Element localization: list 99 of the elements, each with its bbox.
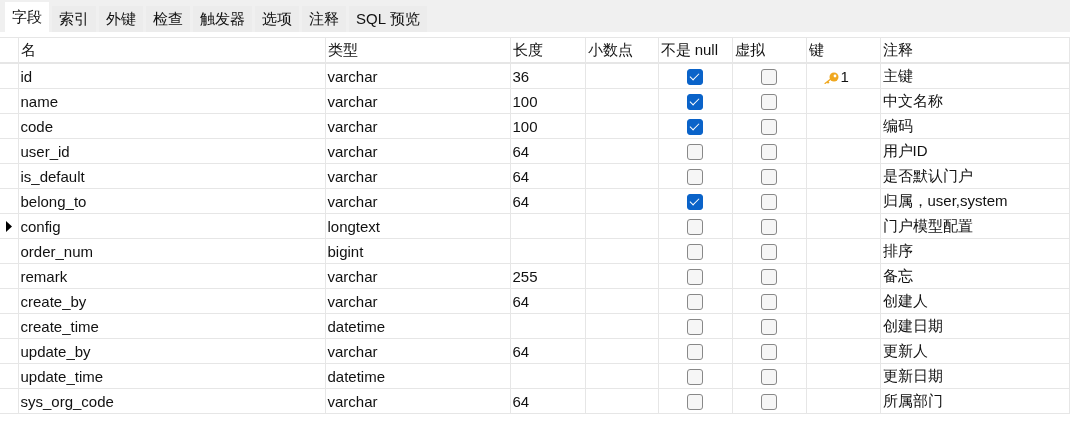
checkbox[interactable]: [687, 219, 703, 235]
checkbox[interactable]: [687, 344, 703, 360]
checkbox[interactable]: [761, 144, 777, 160]
table-cell: 是否默认门户: [880, 163, 1070, 189]
table-cell: config: [18, 213, 325, 239]
table-cell: bigint: [325, 238, 510, 264]
table-cell: 门户模型配置: [880, 213, 1070, 239]
tab[interactable]: 触发器: [193, 6, 252, 32]
checkbox[interactable]: [687, 269, 703, 285]
table-cell: 中文名称: [880, 88, 1070, 114]
checkbox[interactable]: [761, 369, 777, 385]
checkbox[interactable]: [761, 194, 777, 210]
table-cell: varchar: [325, 113, 510, 139]
tab[interactable]: 注释: [302, 6, 346, 32]
checkbox[interactable]: [761, 119, 777, 135]
table-cell: 64: [512, 342, 530, 360]
checkbox[interactable]: [761, 394, 777, 410]
current-row-icon: [5, 220, 12, 232]
column-header[interactable]: 键: [806, 37, 880, 63]
checkbox[interactable]: [687, 94, 703, 110]
checkbox[interactable]: [761, 294, 777, 310]
table-cell: datetime: [325, 363, 510, 389]
checkbox[interactable]: [761, 219, 777, 235]
tab[interactable]: 检查: [146, 6, 190, 32]
table-cell: 用户ID: [880, 138, 1070, 164]
table-cell: 64: [512, 142, 530, 160]
column-header[interactable]: 不是 null: [658, 37, 732, 63]
table-cell: varchar: [325, 338, 510, 364]
table-cell: 64: [512, 167, 530, 185]
table-cell: varchar: [325, 163, 510, 189]
column-header[interactable]: 小数点: [585, 37, 658, 63]
checkbox[interactable]: [687, 169, 703, 185]
table-cell: varchar: [325, 63, 510, 89]
checkbox[interactable]: [687, 369, 703, 385]
checkbox[interactable]: [761, 169, 777, 185]
checkbox[interactable]: [687, 69, 703, 85]
column-header[interactable]: 名: [18, 37, 325, 63]
key-icon: [822, 71, 839, 84]
table-cell: 255: [512, 267, 538, 285]
checkbox[interactable]: [687, 319, 703, 335]
checkbox[interactable]: [761, 94, 777, 110]
table-cell: 100: [512, 117, 538, 135]
checkbox[interactable]: [687, 119, 703, 135]
table-cell: varchar: [325, 263, 510, 289]
table-cell: varchar: [325, 288, 510, 314]
table-cell: varchar: [325, 188, 510, 214]
table-cell: 64: [512, 292, 530, 310]
table-cell: create_time: [18, 313, 325, 339]
table-cell: code: [18, 113, 325, 139]
checkbox[interactable]: [687, 294, 703, 310]
table-cell: varchar: [325, 138, 510, 164]
table-cell: 排序: [880, 238, 1070, 264]
table-cell: name: [18, 88, 325, 114]
table-cell: varchar: [325, 88, 510, 114]
table-cell: user_id: [18, 138, 325, 164]
tab[interactable]: 外键: [99, 6, 143, 32]
table-cell: is_default: [18, 163, 325, 189]
table-cell: 更新日期: [880, 363, 1070, 389]
table-cell: 创建日期: [880, 313, 1070, 339]
tab[interactable]: 索引: [52, 6, 96, 32]
table-cell: 主键: [880, 63, 1070, 89]
table-cell: 36: [512, 67, 530, 85]
table-cell: 64: [512, 192, 530, 210]
tab[interactable]: SQL 预览: [349, 6, 427, 32]
table-cell: order_num: [18, 238, 325, 264]
table-cell: varchar: [325, 388, 510, 414]
table-cell: id: [18, 63, 325, 89]
table-cell: update_time: [18, 363, 325, 389]
checkbox[interactable]: [761, 319, 777, 335]
checkbox[interactable]: [687, 394, 703, 410]
checkbox[interactable]: [687, 144, 703, 160]
table-cell: belong_to: [18, 188, 325, 214]
table-cell: 创建人: [880, 288, 1070, 314]
column-header[interactable]: 类型: [325, 37, 510, 63]
column-header[interactable]: 虚拟: [732, 37, 806, 63]
table-cell: 归属，user,system: [880, 188, 1070, 214]
table-cell: update_by: [18, 338, 325, 364]
table-cell: 备忘: [880, 263, 1070, 289]
checkbox[interactable]: [687, 194, 703, 210]
column-header[interactable]: 长度: [510, 37, 585, 63]
table-cell: sys_org_code: [18, 388, 325, 414]
checkbox[interactable]: [761, 344, 777, 360]
table-cell: longtext: [325, 213, 510, 239]
table-cell: datetime: [325, 313, 510, 339]
table-cell: remark: [18, 263, 325, 289]
table-cell: create_by: [18, 288, 325, 314]
table-cell: 编码: [880, 113, 1070, 139]
checkbox[interactable]: [687, 244, 703, 260]
key-number: 1: [840, 67, 849, 85]
checkbox[interactable]: [761, 244, 777, 260]
tab[interactable]: 字段: [5, 2, 49, 32]
checkbox[interactable]: [761, 269, 777, 285]
table-cell: 100: [512, 92, 538, 110]
column-header[interactable]: 注释: [880, 37, 1070, 63]
tab[interactable]: 选项: [255, 6, 299, 32]
table-cell: 64: [512, 392, 530, 410]
checkbox[interactable]: [761, 69, 777, 85]
table-cell: 更新人: [880, 338, 1070, 364]
table-cell: 所属部门: [880, 388, 1070, 414]
